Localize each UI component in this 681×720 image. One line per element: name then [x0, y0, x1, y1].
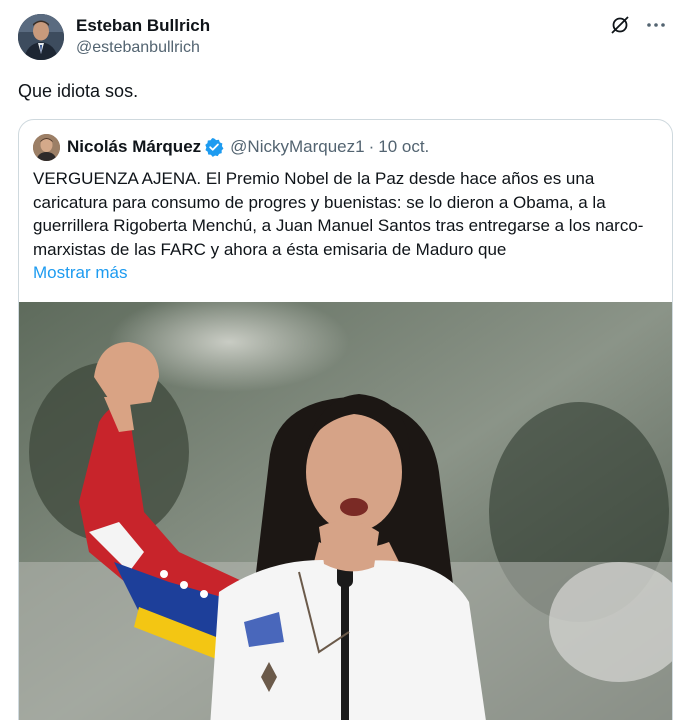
separator-dot: · [368, 137, 375, 156]
tweet-text: Que idiota sos. [18, 81, 139, 101]
quoted-tweet-text: VERGUENZA AJENA. El Premio Nobel de la P… [33, 169, 644, 259]
profile-photo-icon [18, 14, 64, 60]
verified-badge-icon [204, 137, 224, 157]
profile-photo-icon [33, 133, 60, 161]
author-avatar[interactable] [18, 14, 64, 60]
tweet-actions-top [609, 14, 667, 36]
quoted-date[interactable]: 10 oct. [378, 137, 429, 157]
quoted-author-avatar[interactable] [33, 133, 60, 161]
grok-icon[interactable] [609, 14, 631, 36]
quoted-handle[interactable]: @NickyMarquez1 [230, 137, 364, 157]
author-names: Esteban Bullrich @estebanbullrich [76, 16, 210, 58]
quoted-tweet-media[interactable] [19, 302, 672, 720]
photo-woman-raising-fist-with-microphone-icon [19, 302, 672, 720]
tweet-header: Esteban Bullrich @estebanbullrich [18, 14, 667, 62]
show-more-link[interactable]: Mostrar más [33, 261, 663, 285]
quoted-tweet-card[interactable]: Nicolás Márquez @NickyMarquez1 · 10 oct.… [18, 119, 673, 720]
author-handle[interactable]: @estebanbullrich [76, 38, 210, 58]
quoted-tweet-header: Nicolás Márquez @NickyMarquez1 · 10 oct. [33, 133, 429, 161]
author-display-name[interactable]: Esteban Bullrich [76, 16, 210, 36]
quoted-display-name[interactable]: Nicolás Márquez [67, 137, 201, 157]
quoted-tweet-body: VERGUENZA AJENA. El Premio Nobel de la P… [33, 167, 663, 285]
more-icon[interactable] [645, 14, 667, 36]
